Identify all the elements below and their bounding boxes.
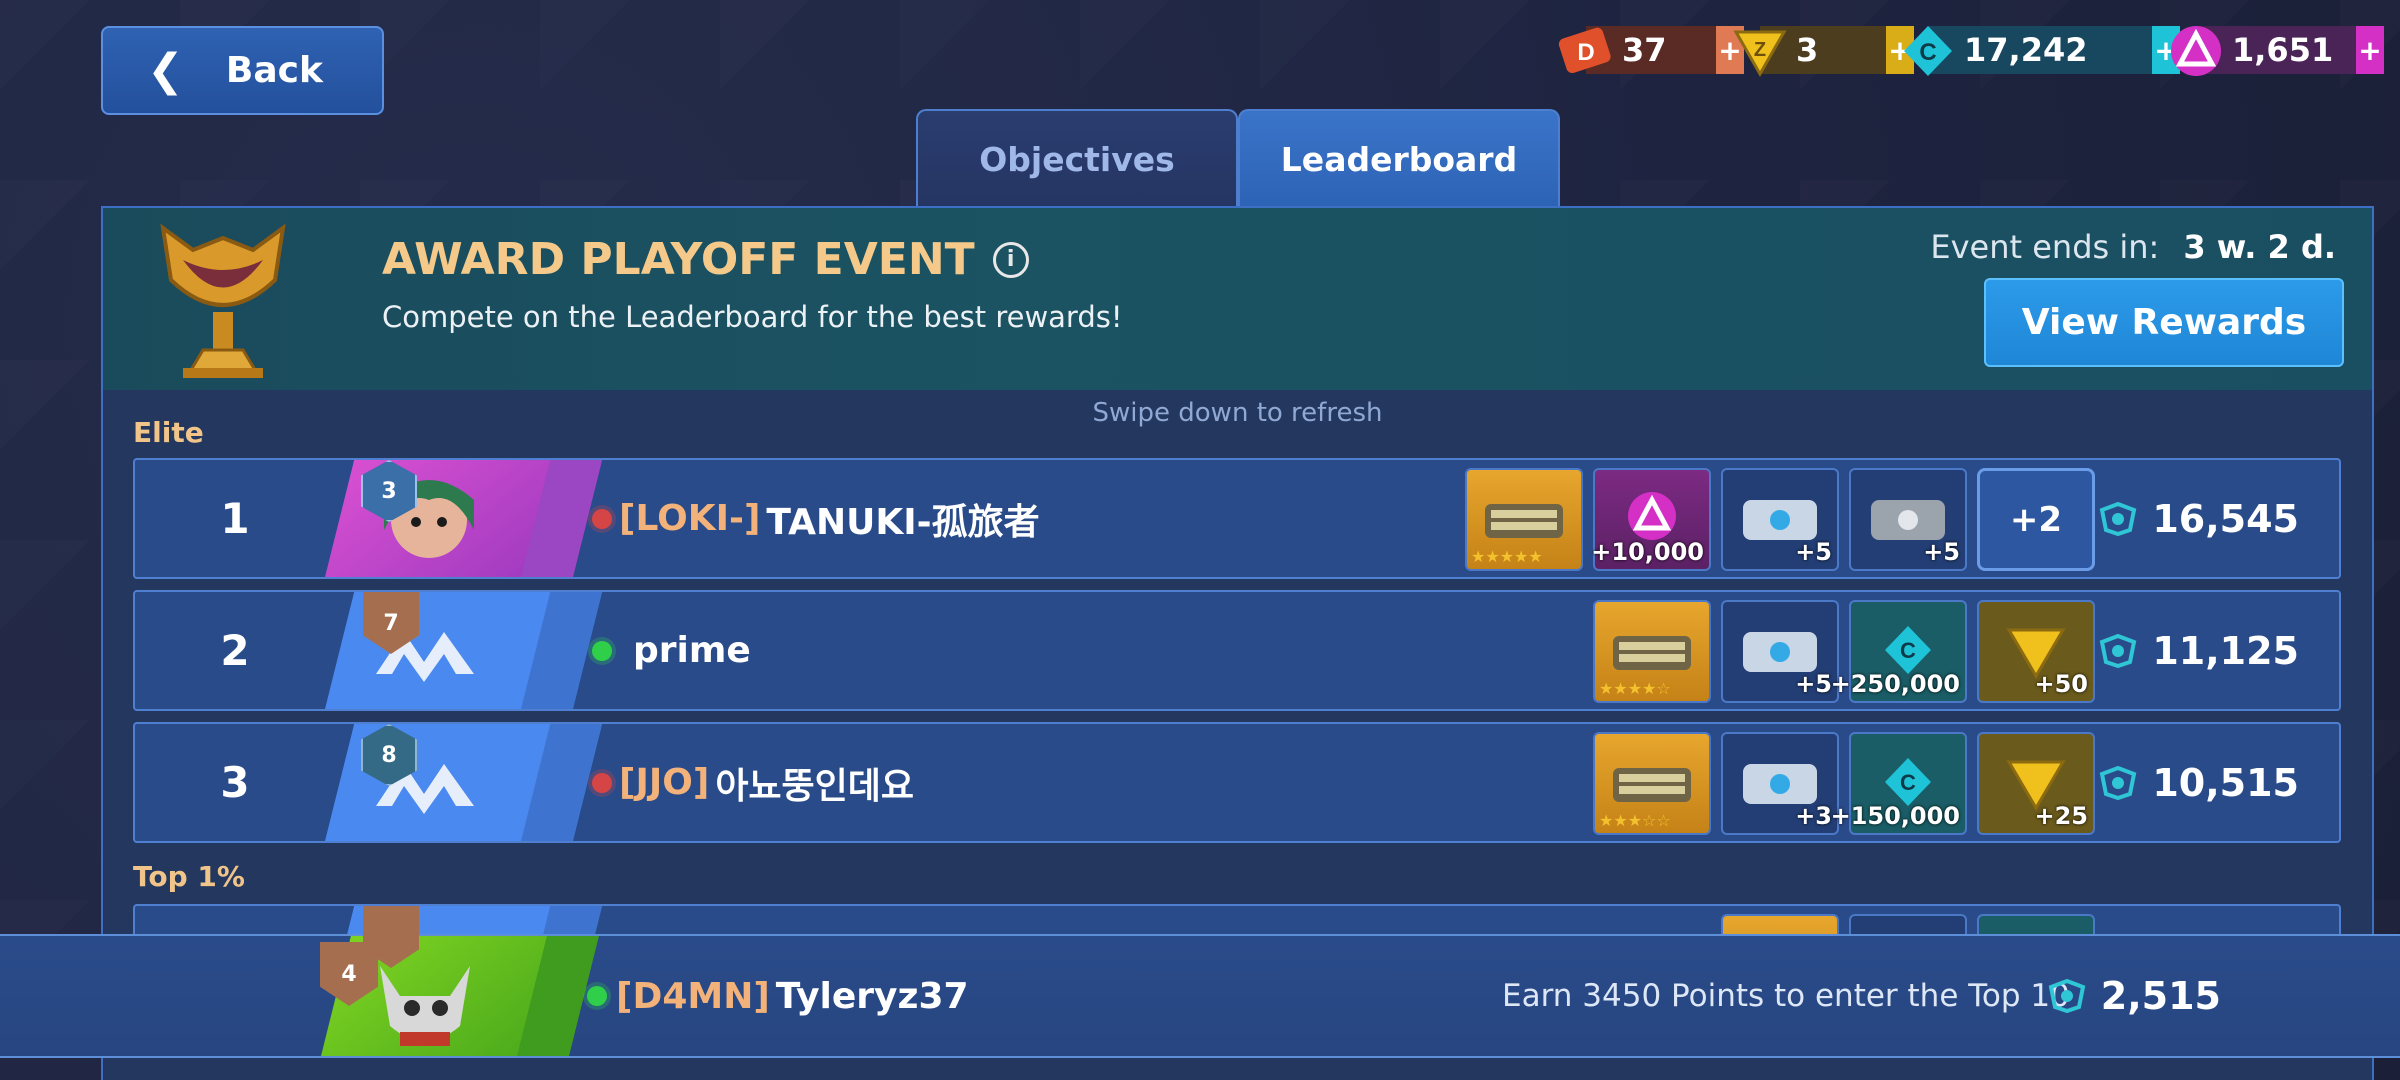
reward-amount: +50 — [2034, 670, 2088, 698]
swipe-hint: Swipe down to refresh — [1092, 398, 1383, 428]
event-title: AWARD PLAYOFF EVENT i — [382, 234, 1029, 285]
offline-status-icon — [592, 508, 612, 529]
view-rewards-button[interactable]: View Rewards — [1984, 278, 2344, 367]
reward-amount: +10,000 — [1591, 538, 1704, 566]
gold-chest-reward[interactable]: ★★★☆☆ — [1593, 732, 1711, 835]
svg-text:C: C — [1900, 638, 1916, 663]
event-ends-value: 3 w. 2 d. — [2183, 228, 2336, 266]
section-top1: Top 1% — [133, 860, 245, 893]
section-elite: Elite — [133, 416, 204, 449]
event-subtitle: Compete on the Leaderboard for the best … — [382, 300, 1123, 334]
tokens-reward[interactable]: +25 — [1977, 732, 2095, 835]
score-value: 11,125 — [2152, 628, 2299, 673]
reward-stars: ★★★☆☆ — [1599, 811, 1671, 830]
more-rewards-button[interactable]: +2 — [1977, 468, 2095, 571]
chevron-left-icon: ❮ — [147, 45, 184, 96]
token-icon: Z — [1730, 22, 1790, 80]
gems-plus-button[interactable]: + — [2356, 26, 2384, 74]
reward-stars: ★★★★☆ — [1599, 679, 1671, 698]
reward-amount: +5 — [1795, 538, 1832, 566]
silver-crate-reward[interactable]: +5 — [1849, 468, 1967, 571]
my-player-name: [D4MN] Tyleryz37 — [616, 936, 969, 1056]
info-icon[interactable]: i — [992, 241, 1029, 278]
trophy-icon — [143, 220, 303, 385]
score-icon — [2098, 765, 2138, 800]
currency-gems: 1,651 + — [2166, 26, 2384, 76]
reward-amount: +3 — [1795, 802, 1832, 830]
player-name-text: Tyleryz37 — [775, 975, 969, 1017]
my-rank-bar[interactable]: 4 [D4MN] Tyleryz37 Earn 3450 Points to e… — [0, 934, 2400, 1058]
player-name: [LOKI-] TANUKI-孤旅者 — [619, 460, 1040, 577]
gems-reward[interactable]: +10,000 — [1591, 468, 1711, 571]
score-value: 2,515 — [2100, 974, 2221, 1018]
player-name-text: prime — [633, 630, 751, 671]
currency-credits: C 17,242 + — [1898, 26, 2180, 76]
score-icon — [2047, 979, 2087, 1013]
tab-leaderboard[interactable]: Leaderboard — [1238, 109, 1560, 207]
reward-amount: +25 — [2034, 802, 2088, 830]
blue-crate-reward[interactable]: +5 — [1721, 600, 1839, 703]
player-name-text: TANUKI-孤旅者 — [766, 501, 1040, 543]
offline-status-icon — [592, 772, 612, 793]
event-ends: Event ends in: 3 w. 2 d. — [1930, 228, 2336, 266]
gold-chest-reward[interactable]: ★★★★☆ — [1593, 600, 1711, 703]
currency-tickets: D 37 + — [1556, 26, 1744, 74]
reward-stars: ★★★★★ — [1471, 547, 1543, 566]
online-status-icon — [587, 986, 607, 1006]
rank: 2 — [220, 626, 250, 675]
clan-tag: [JJO] — [619, 762, 710, 803]
event-header: AWARD PLAYOFF EVENT i Compete on the Lea… — [103, 208, 2372, 390]
svg-text:C: C — [1919, 39, 1936, 66]
credits-value: 17,242 — [1928, 26, 2152, 74]
credits-reward[interactable]: C +250,000 — [1831, 600, 1967, 703]
tab-objectives[interactable]: Objectives — [916, 109, 1238, 207]
reward-amount: +5 — [1795, 670, 1832, 698]
score-icon — [2098, 501, 2138, 536]
gold-chest-reward[interactable]: ★★★★★ — [1465, 468, 1583, 571]
credits-icon: C — [1898, 22, 1958, 80]
back-label: Back — [225, 50, 323, 91]
svg-text:Z: Z — [1754, 39, 1766, 61]
score-value: 10,515 — [2152, 760, 2299, 805]
clan-tag: [LOKI-] — [619, 498, 761, 539]
score: 16,545 — [2098, 460, 2299, 577]
score: 11,125 — [2098, 592, 2299, 709]
credits-reward[interactable]: C +150,000 — [1831, 732, 1967, 835]
player-name: [JJO] 아뇨뚱인데요 — [619, 724, 914, 841]
leaderboard-row[interactable]: 1 3 [LOKI-] TANUKI-孤旅者 ★★★★★ +10,000 +5 … — [133, 458, 2341, 579]
blue-crate-reward[interactable]: +3 — [1721, 732, 1839, 835]
event-ends-label: Event ends in: — [1930, 228, 2160, 266]
score: 10,515 — [2098, 724, 2299, 841]
online-status-icon — [592, 640, 612, 661]
reward-amount: +250,000 — [1830, 670, 1960, 698]
gem-icon — [2166, 22, 2226, 80]
blue-crate-reward[interactable]: +5 — [1721, 468, 1839, 571]
ticket-icon: D — [1556, 22, 1616, 80]
rank: 3 — [220, 758, 250, 807]
leaderboard-row[interactable]: 3 8 [JJO] 아뇨뚱인데요 ★★★☆☆ +3 C +150,000 +25 — [133, 722, 2341, 843]
event-title-text: AWARD PLAYOFF EVENT — [382, 234, 975, 285]
svg-text:C: C — [1900, 770, 1916, 795]
leaderboard-row[interactable]: 2 7 prime ★★★★☆ +5 C +250,000 +50 11,125 — [133, 590, 2341, 711]
svg-text:D: D — [1577, 39, 1594, 66]
player-name-text: 아뇨뚱인데요 — [715, 765, 915, 807]
earn-points-hint: Earn 3450 Points to enter the Top 10 — [1502, 978, 2070, 1014]
my-score: 2,515 — [2047, 936, 2221, 1056]
tokens-reward[interactable]: +50 — [1977, 600, 2095, 703]
currency-tokens: Z 3 + — [1730, 26, 1914, 78]
score-value: 16,545 — [2152, 496, 2299, 541]
reward-amount: +5 — [1923, 538, 1960, 566]
score-icon — [2098, 633, 2138, 668]
back-button[interactable]: ❮ Back — [101, 26, 384, 115]
player-name: prime — [627, 592, 751, 709]
clan-tag: [D4MN] — [616, 975, 770, 1017]
rank: 1 — [220, 494, 250, 543]
reward-amount: +150,000 — [1830, 802, 1960, 830]
